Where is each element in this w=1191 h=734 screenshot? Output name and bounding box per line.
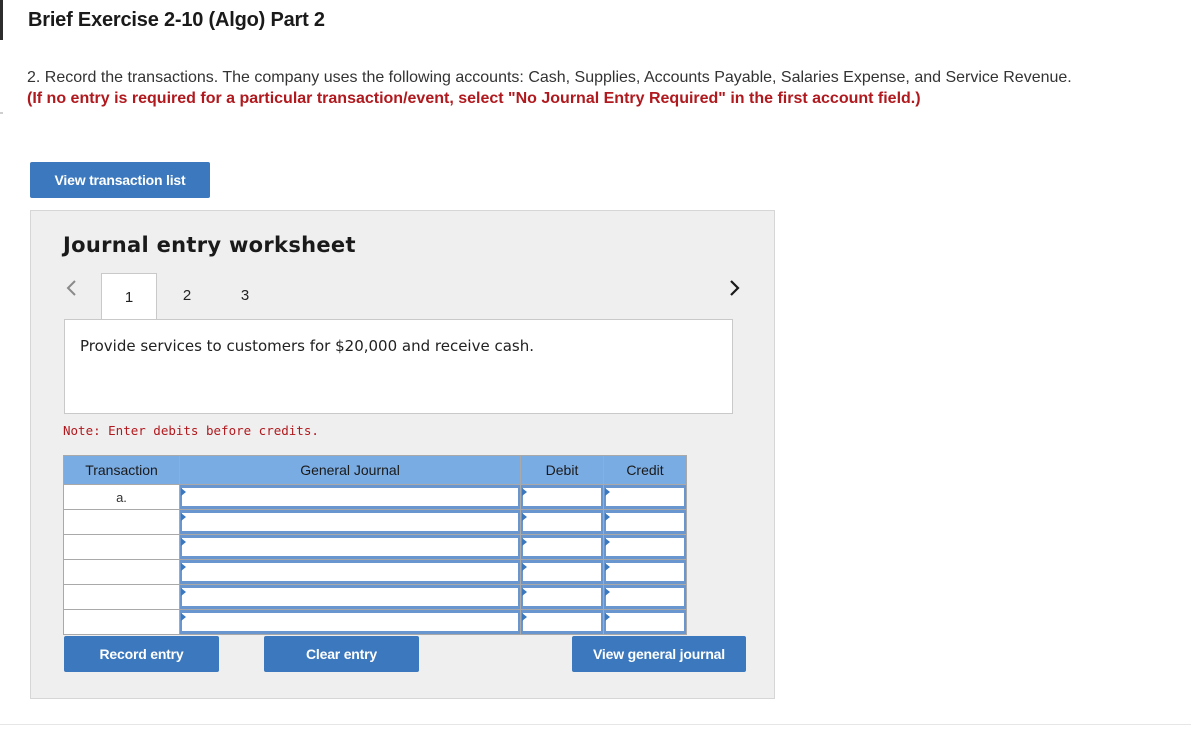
account-field[interactable] (181, 488, 518, 506)
credit-input[interactable] (603, 534, 687, 560)
account-select[interactable] (179, 609, 521, 635)
debit-field[interactable] (522, 588, 601, 606)
instructions: 2. Record the transactions. The company … (27, 68, 1087, 109)
left-edge-tick (0, 112, 3, 114)
instructions-emphasis: (If no entry is required for a particula… (27, 89, 921, 107)
transaction-cell (63, 534, 180, 560)
table-row (63, 559, 687, 585)
credit-input[interactable] (603, 609, 687, 635)
debit-input[interactable] (520, 534, 604, 560)
debit-input[interactable] (520, 484, 604, 510)
debit-field[interactable] (522, 538, 601, 556)
header-general-journal: General Journal (179, 455, 521, 485)
account-select[interactable] (179, 559, 521, 585)
journal-table: Transaction General Journal Debit Credit… (63, 455, 687, 635)
instructions-text: 2. Record the transactions. The company … (27, 69, 1072, 86)
account-select[interactable] (179, 509, 521, 535)
account-select[interactable] (179, 484, 521, 510)
entry-note: Note: Enter debits before credits. (63, 423, 319, 438)
clear-entry-button[interactable]: Clear entry (264, 636, 419, 672)
transaction-description-box: Provide services to customers for $20,00… (64, 319, 733, 414)
tab-2[interactable]: 2 (159, 273, 215, 318)
view-transaction-list-button[interactable]: View transaction list (30, 162, 210, 198)
view-general-journal-button[interactable]: View general journal (572, 636, 746, 672)
account-field[interactable] (181, 513, 518, 531)
account-select[interactable] (179, 534, 521, 560)
table-row (63, 584, 687, 610)
transaction-cell (63, 559, 180, 585)
worksheet-title: Journal entry worksheet (63, 233, 356, 257)
table-header-row: Transaction General Journal Debit Credit (63, 455, 687, 485)
credit-input[interactable] (603, 509, 687, 535)
transaction-cell (63, 584, 180, 610)
transaction-description: Provide services to customers for $20,00… (80, 337, 535, 355)
account-field[interactable] (181, 588, 518, 606)
transaction-cell: a. (63, 484, 180, 510)
debit-input[interactable] (520, 559, 604, 585)
transaction-cell (63, 509, 180, 535)
credit-input[interactable] (603, 559, 687, 585)
credit-field[interactable] (605, 488, 684, 506)
debit-input[interactable] (520, 584, 604, 610)
credit-field[interactable] (605, 588, 684, 606)
header-transaction: Transaction (63, 455, 180, 485)
credit-field[interactable] (605, 613, 684, 631)
debit-field[interactable] (522, 488, 601, 506)
account-field[interactable] (181, 563, 518, 581)
account-field[interactable] (181, 613, 518, 631)
debit-field[interactable] (522, 563, 601, 581)
tab-1[interactable]: 1 (101, 273, 157, 320)
table-row: a. (63, 484, 687, 510)
left-edge-marker (0, 0, 3, 40)
credit-field[interactable] (605, 538, 684, 556)
transaction-cell (63, 609, 180, 635)
account-field[interactable] (181, 538, 518, 556)
table-row (63, 609, 687, 635)
page-title: Brief Exercise 2-10 (Algo) Part 2 (28, 9, 325, 31)
journal-entry-worksheet: Journal entry worksheet 1 2 3 Provide se… (30, 210, 775, 699)
table-row (63, 534, 687, 560)
credit-input[interactable] (603, 584, 687, 610)
table-row (63, 509, 687, 535)
credit-field[interactable] (605, 513, 684, 531)
debit-field[interactable] (522, 513, 601, 531)
bottom-divider (0, 724, 1191, 725)
tab-3[interactable]: 3 (217, 273, 273, 318)
account-select[interactable] (179, 584, 521, 610)
header-credit: Credit (603, 455, 687, 485)
credit-input[interactable] (603, 484, 687, 510)
chevron-right-icon[interactable] (727, 277, 743, 299)
debit-field[interactable] (522, 613, 601, 631)
credit-field[interactable] (605, 563, 684, 581)
header-debit: Debit (520, 455, 604, 485)
debit-input[interactable] (520, 509, 604, 535)
record-entry-button[interactable]: Record entry (64, 636, 219, 672)
chevron-left-icon[interactable] (63, 277, 79, 299)
debit-input[interactable] (520, 609, 604, 635)
